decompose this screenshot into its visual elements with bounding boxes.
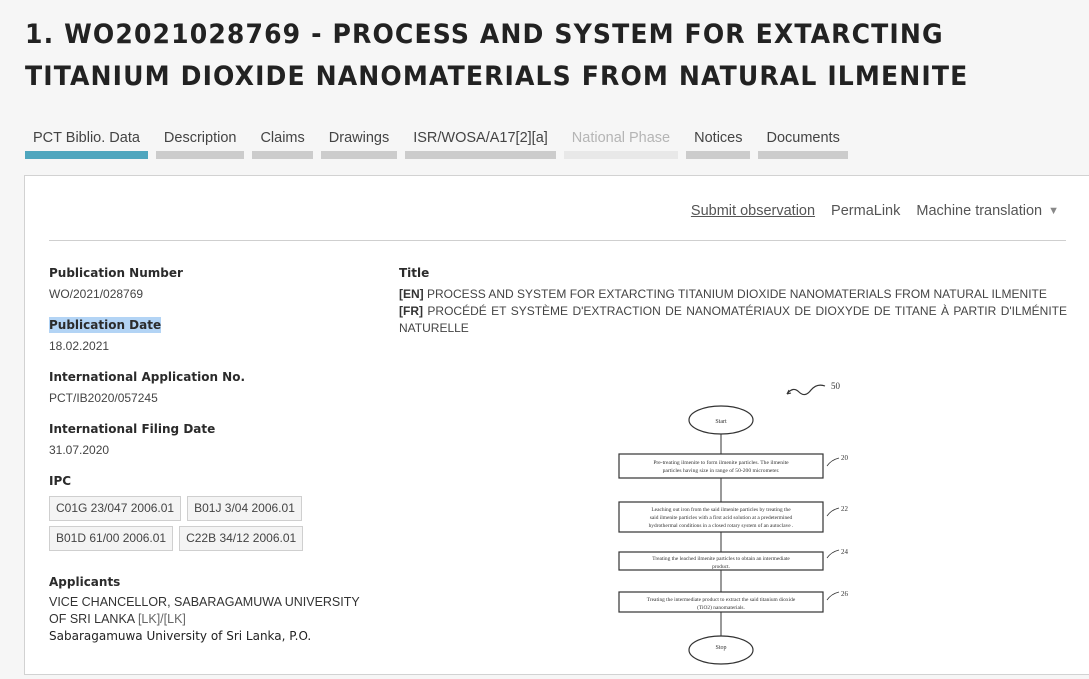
field-value: 31.07.2020 — [49, 443, 110, 457]
applicant-name: VICE CHANCELLOR, SABARAGAMUWA UNIVERSITY… — [49, 594, 369, 628]
tab-label: Documents — [766, 130, 840, 146]
tab-indicator — [758, 151, 848, 159]
ref-leader — [826, 549, 840, 559]
international-filing-date-field: International Filing Date 31.07.2020 — [49, 420, 369, 458]
title-fr-text: PROCÉDÉ ET SYSTÈME D'EXTRACTION DE NANOM… — [399, 304, 1067, 335]
figure-ref: 50 — [831, 381, 841, 391]
title-en-text: PROCESS AND SYSTEM FOR EXTARCTING TITANI… — [427, 287, 1047, 301]
tab-bar: PCT Biblio. Data Description Claims Draw… — [25, 128, 848, 159]
ipc-chip[interactable]: B01D 61/00 2006.01 — [49, 526, 174, 551]
field-label: International Application No. — [49, 370, 246, 384]
tab-label: Claims — [260, 130, 305, 146]
lang-tag-fr: [FR] — [399, 304, 423, 318]
tab-notices[interactable]: Notices — [686, 128, 751, 159]
ref-leader — [826, 507, 840, 517]
tab-label: National Phase — [571, 130, 671, 146]
field-label: IPC — [49, 474, 72, 488]
tab-indicator — [405, 151, 556, 159]
tab-documents[interactable]: Documents — [758, 128, 848, 159]
tab-national-phase: National Phase — [563, 128, 679, 159]
tab-label: Notices — [694, 130, 743, 146]
step-ref: 20 — [841, 454, 849, 462]
figure-ref-squiggle — [786, 384, 826, 396]
field-label: Publication Number — [49, 266, 183, 280]
field-label: International Filing Date — [49, 422, 216, 436]
step-text: (TiO2) nanomaterials. — [697, 604, 745, 611]
flowchart-figure: 50 Start Pre-treating ilmenite to form i… — [618, 381, 849, 665]
step-text: Leaching out iron from the said ilmenite… — [651, 506, 791, 513]
tab-indicator — [155, 151, 245, 159]
tab-isr-wosa[interactable]: ISR/WOSA/A17[2][a] — [405, 128, 556, 159]
ref-leader — [826, 457, 840, 467]
permalink-link[interactable]: PermaLink — [831, 203, 900, 219]
tab-indicator — [25, 151, 148, 159]
tab-description[interactable]: Description — [155, 128, 245, 159]
tab-label: Description — [163, 130, 237, 146]
ipc-list: C01G 23/047 2006.01 B01J 3/04 2006.01 B0… — [49, 496, 319, 551]
ipc-field: IPC C01G 23/047 2006.01 B01J 3/04 2006.0… — [49, 472, 369, 551]
page-title: 1. WO2021028769 - PROCESS AND SYSTEM FOR… — [25, 19, 969, 92]
step-text: product. — [712, 564, 730, 570]
step-ref: 26 — [841, 590, 849, 598]
publication-date-field: Publication Date 18.02.2021 — [49, 316, 369, 354]
step-text: Treating the intermediate product to ext… — [647, 597, 796, 603]
step-text: particles having size in range of 50-200… — [663, 467, 780, 474]
step-text: Pre-treating ilmenite to form ilmenite p… — [653, 459, 789, 466]
tab-label: ISR/WOSA/A17[2][a] — [413, 130, 548, 146]
tab-claims[interactable]: Claims — [252, 128, 313, 159]
title-section: Title [EN] PROCESS AND SYSTEM FOR EXTARC… — [399, 264, 1067, 665]
applicant-name-text: VICE CHANCELLOR, SABARAGAMUWA UNIVERSITY… — [49, 595, 360, 626]
applicant-address: Sabaragamuwa University of Sri Lanka, P.… — [49, 629, 312, 643]
title-fr: [FR] PROCÉDÉ ET SYSTÈME D'EXTRACTION DE … — [399, 303, 1067, 337]
representative-drawing[interactable]: 50 Start Pre-treating ilmenite to form i… — [609, 374, 869, 674]
title-en: [EN] PROCESS AND SYSTEM FOR EXTARCTING T… — [399, 286, 1067, 303]
ipc-chip[interactable]: C22B 34/12 2006.01 — [179, 526, 304, 551]
title-label: Title — [399, 266, 430, 280]
ref-leader — [826, 591, 840, 601]
publication-number-field: Publication Number WO/2021/028769 — [49, 264, 369, 302]
field-value: 18.02.2021 — [49, 339, 110, 353]
field-value: PCT/IB2020/057245 — [49, 391, 158, 405]
caret-down-icon: ▼ — [1048, 205, 1059, 217]
tab-indicator — [563, 151, 679, 159]
field-label: Publication Date — [49, 317, 162, 333]
tab-pct-biblio-data[interactable]: PCT Biblio. Data — [25, 128, 148, 159]
ipc-chip[interactable]: C01G 23/047 2006.01 — [49, 496, 182, 521]
panel-actions: Submit observation PermaLink Machine tra… — [691, 203, 1059, 219]
international-application-no-field: International Application No. PCT/IB2020… — [49, 368, 369, 406]
tab-indicator — [686, 151, 751, 159]
applicants-field: Applicants VICE CHANCELLOR, SABARAGAMUWA… — [49, 573, 369, 645]
divider — [49, 240, 1066, 241]
tab-label: PCT Biblio. Data — [33, 130, 140, 146]
tab-indicator — [320, 151, 398, 159]
applicant-country: [LK]/[LK] — [137, 612, 186, 626]
stop-label: Stop — [715, 645, 726, 651]
step-text: hydrothermal conditions in a closed rota… — [649, 522, 794, 529]
tab-indicator — [252, 151, 313, 159]
biblio-panel: Submit observation PermaLink Machine tra… — [24, 175, 1089, 675]
ipc-chip[interactable]: B01J 3/04 2006.01 — [187, 496, 302, 521]
step-text: said ilmenite particles with a first aci… — [650, 514, 793, 521]
tab-drawings[interactable]: Drawings — [320, 128, 398, 159]
start-label: Start — [715, 419, 727, 425]
step-box — [618, 453, 824, 479]
machine-translation-label: Machine translation — [916, 203, 1043, 219]
step-ref: 22 — [841, 505, 849, 513]
field-label: Applicants — [49, 575, 121, 589]
tab-label: Drawings — [328, 130, 390, 146]
step-text: Treating the leached ilmenite particles … — [652, 556, 790, 562]
step-ref: 24 — [841, 548, 849, 556]
submit-observation-link[interactable]: Submit observation — [691, 203, 815, 219]
field-value: WO/2021/028769 — [49, 287, 144, 301]
machine-translation-dropdown[interactable]: Machine translation ▼ — [916, 203, 1059, 219]
lang-tag-en: [EN] — [399, 287, 424, 301]
biblio-fields: Publication Number WO/2021/028769 Public… — [49, 264, 369, 659]
